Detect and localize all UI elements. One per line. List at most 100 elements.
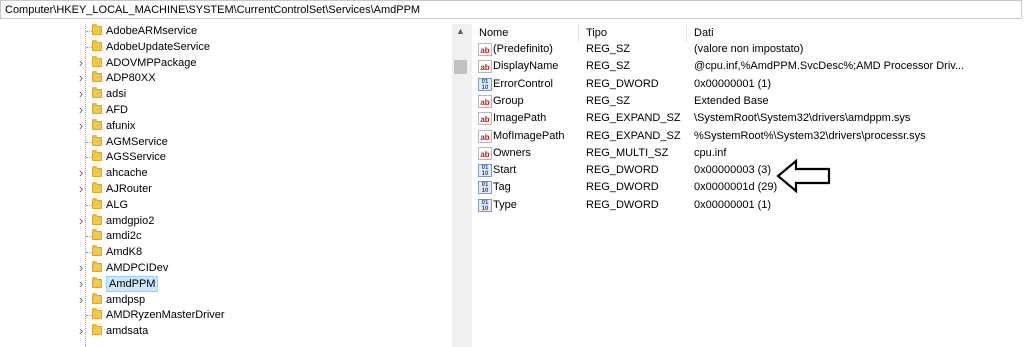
tree-item-label: amdi2c — [106, 230, 142, 243]
tree-item[interactable]: › ADP80XX — [0, 70, 452, 86]
string-value-icon: ab — [478, 60, 492, 74]
scroll-thumb[interactable] — [454, 60, 467, 74]
tree-item-label: AJRouter — [106, 183, 152, 195]
value-row[interactable]: ab Owners REG_MULTI_SZ cpu.inf — [472, 145, 1024, 162]
expand-chevron-icon[interactable]: › — [76, 70, 86, 86]
tree-item[interactable]: › AJRouter — [0, 181, 452, 197]
tree-item[interactable]: › ahcache — [0, 165, 452, 181]
value-data: 0x00000003 (3) — [694, 164, 772, 177]
value-name: (Predefinito) — [493, 43, 553, 55]
folder-icon — [92, 229, 102, 241]
expand-chevron-icon[interactable]: › — [76, 276, 86, 292]
tree-item[interactable]: AMDRyzenMasterDriver — [0, 307, 452, 323]
tree-item[interactable]: › AmdPPM — [0, 275, 452, 292]
value-data: %SystemRoot%\System32\drivers\processr.s… — [694, 129, 926, 142]
string-value-icon: ab — [478, 94, 492, 108]
tree-item-label: adsi — [106, 88, 127, 101]
tree-item[interactable]: › AFD — [0, 102, 452, 118]
expand-chevron-icon[interactable]: › — [76, 102, 86, 118]
folder-icon — [92, 324, 102, 336]
value-row[interactable]: 01 10 Start REG_DWORD 0x00000003 (3) — [472, 162, 1024, 179]
value-name: DisplayName — [493, 60, 559, 73]
expand-chevron-icon[interactable]: › — [76, 86, 86, 102]
folder-icon — [92, 24, 102, 35]
tree-item[interactable]: AmdK8 — [0, 244, 452, 260]
tree-item[interactable]: › amdsata — [0, 323, 452, 339]
folder-icon — [92, 71, 102, 83]
tree-item-label: AMDRyzenMasterDriver — [106, 309, 225, 322]
folder-icon — [92, 308, 102, 320]
value-type: REG_DWORD — [586, 198, 659, 211]
tree-item-label: amdgpio2 — [106, 214, 155, 227]
value-data: 0x0000001d (29) — [694, 181, 778, 194]
expand-chevron-icon[interactable]: › — [76, 260, 86, 276]
tree-item-label: AdobeARMservice — [106, 25, 198, 37]
value-row[interactable]: ab MofImagePath REG_EXPAND_SZ %SystemRoot%\… — [472, 128, 1024, 145]
arrow-pointer-icon — [776, 159, 831, 193]
column-header-data[interactable]: Dati — [687, 24, 1017, 42]
folder-icon — [92, 55, 102, 67]
tree-item[interactable]: AdobeUpdateService — [0, 39, 452, 55]
value-row[interactable]: 01 10 ErrorControl REG_DWORD 0x00000001 (1) — [472, 76, 1024, 93]
value-type: REG_SZ — [586, 94, 631, 107]
value-name: ErrorControl — [493, 77, 553, 90]
tree-item[interactable]: › ADOVMPPackage — [0, 55, 452, 71]
expand-chevron-icon[interactable]: › — [76, 213, 86, 229]
binary-value-icon: 01 10 — [478, 77, 492, 91]
expand-chevron-icon[interactable]: › — [76, 118, 86, 134]
tree-item[interactable]: › afunix — [0, 118, 452, 134]
value-name: Group — [493, 94, 524, 107]
tree-item[interactable]: › adsi — [0, 86, 452, 102]
string-value-icon: ab — [478, 43, 492, 56]
value-row[interactable]: 01 10 Tag REG_DWORD 0x0000001d (29) — [472, 179, 1024, 196]
column-header-type[interactable]: Tipo — [579, 24, 687, 42]
value-name: Start — [493, 164, 517, 177]
binary-value-icon: 01 10 — [478, 198, 492, 212]
tree-item-label: ALG — [106, 198, 129, 211]
string-value-icon: ab — [478, 129, 492, 143]
value-type: REG_SZ — [586, 43, 631, 55]
value-row[interactable]: ab (Predefinito) REG_SZ (valore non imposta… — [472, 41, 1024, 58]
expand-chevron-icon[interactable]: › — [76, 181, 86, 197]
value-data: \SystemRoot\System32\drivers\amdppm.sys — [694, 112, 911, 125]
binary-value-icon: 01 10 — [478, 181, 492, 195]
value-data: 0x00000001 (1) — [694, 77, 772, 90]
expand-chevron-icon[interactable]: › — [76, 323, 86, 339]
folder-icon — [92, 245, 102, 257]
value-type: REG_SZ — [586, 60, 631, 73]
value-data: cpu.inf — [694, 146, 727, 159]
tree-item[interactable]: AdobeARMservice — [0, 24, 452, 39]
tree-item-label: amdsata — [106, 325, 149, 338]
tree-item[interactable]: AGMService — [0, 134, 452, 150]
value-row[interactable]: ab ImagePath REG_EXPAND_SZ \SystemRoot\Syst… — [472, 110, 1024, 127]
tree-item[interactable]: amdi2c — [0, 228, 452, 244]
tree-item-label: ahcache — [106, 167, 148, 180]
tree-item[interactable]: › amdpsp — [0, 292, 452, 308]
value-row[interactable]: 01 10 Type REG_DWORD 0x00000001 (1) — [472, 197, 1024, 214]
value-name: MofImagePath — [493, 129, 565, 142]
column-header-name[interactable]: Nome — [472, 24, 579, 42]
tree-item[interactable]: › amdgpio2 — [0, 213, 452, 229]
scroll-up-icon[interactable]: ▲ — [452, 24, 469, 38]
folder-icon — [92, 182, 102, 193]
tree-item[interactable]: AGSService — [0, 149, 452, 165]
value-type: REG_DWORD — [586, 181, 659, 194]
tree-item-label: AmdPPM — [106, 275, 159, 292]
expand-chevron-icon[interactable]: › — [76, 165, 86, 181]
value-data: Extended Base — [694, 94, 769, 107]
value-row[interactable]: ab DisplayName REG_SZ @cpu.inf,%AmdPPM.SvcD… — [472, 58, 1024, 75]
values-list[interactable]: Nome Tipo Dati ab (Predefinito) REG_SZ (val… — [472, 24, 1024, 347]
value-row[interactable]: ab Group REG_SZ Extended Base — [472, 93, 1024, 110]
value-name: Owners — [493, 146, 531, 159]
expand-chevron-icon[interactable]: › — [76, 292, 86, 308]
address-bar[interactable]: Computer\HKEY_LOCAL_MACHINE\SYSTEM\Curre… — [0, 0, 1022, 19]
expand-chevron-icon[interactable]: › — [76, 55, 86, 71]
string-value-icon: ab — [478, 112, 492, 126]
key-tree[interactable]: AdobeARMservice AdobeUpdateService › ADOVMP… — [0, 24, 452, 347]
value-name: ImagePath — [493, 112, 547, 125]
tree-item[interactable]: ALG — [0, 197, 452, 213]
tree-scrollbar[interactable]: ▲ — [452, 24, 469, 347]
folder-icon — [92, 213, 102, 225]
folder-icon — [92, 87, 102, 99]
tree-item[interactable]: › AMDPCIDev — [0, 260, 452, 276]
